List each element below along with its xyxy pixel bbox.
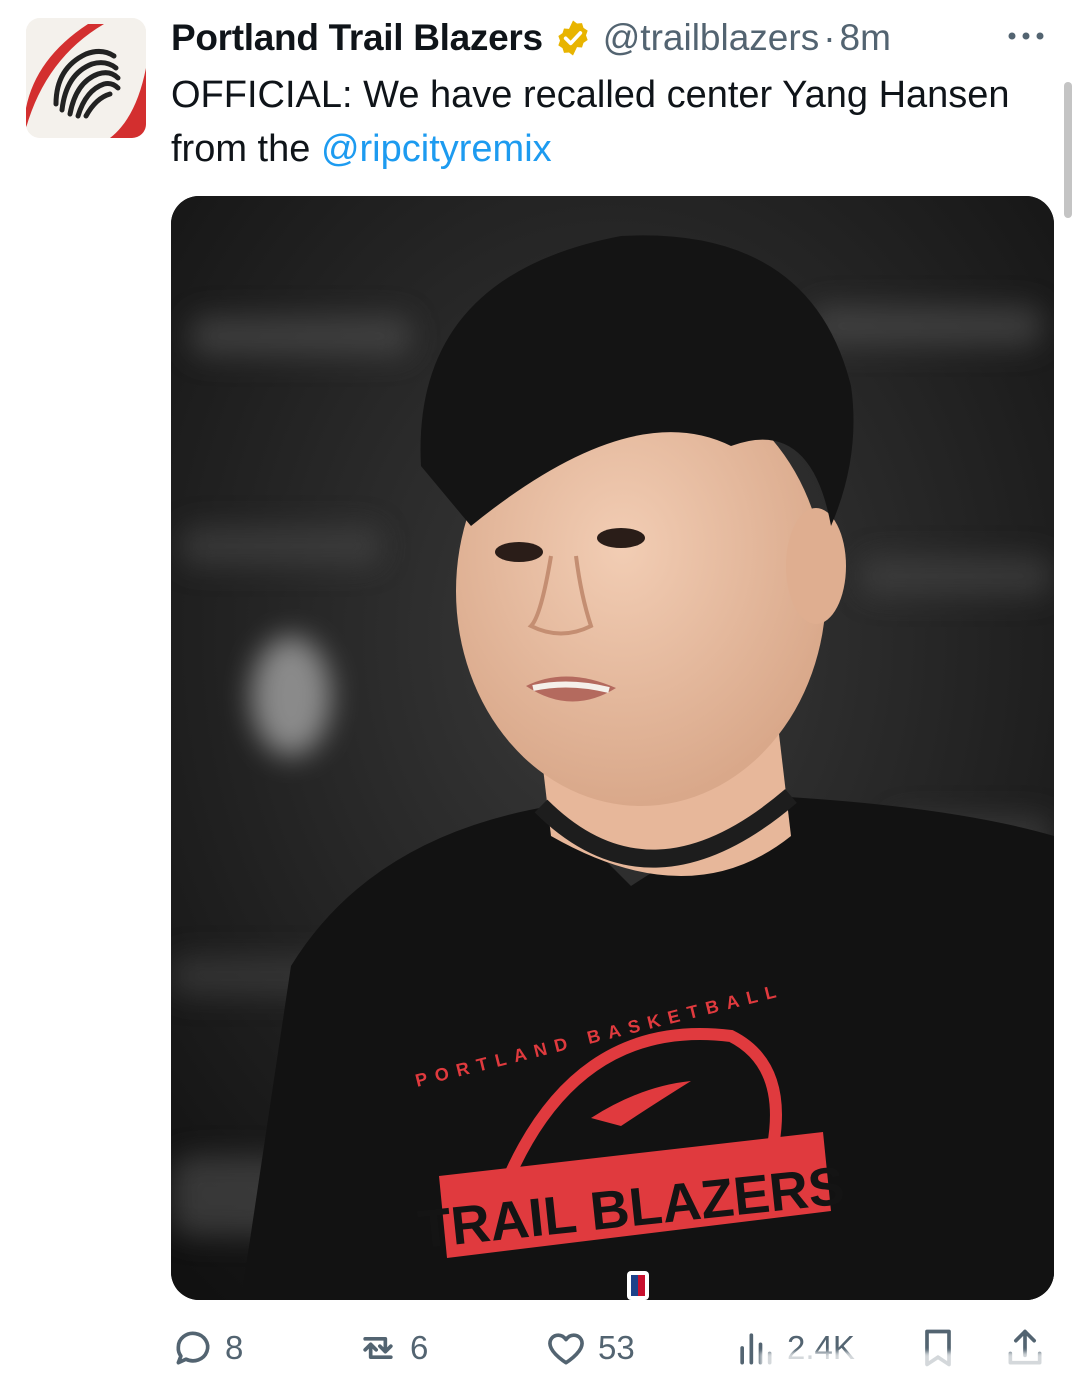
reply-icon — [176, 1331, 210, 1365]
reply-count: 8 — [225, 1329, 244, 1366]
verified-badge-icon — [558, 20, 588, 56]
profile-avatar[interactable] — [26, 18, 146, 138]
tweet-body: OFFICIAL: We have recalled center Yang H… — [171, 74, 1010, 170]
scrollbar[interactable] — [1064, 82, 1072, 218]
like-button[interactable]: 53 — [544, 1318, 635, 1378]
reply-button[interactable]: 8 — [171, 1318, 243, 1378]
tweet-photo[interactable]: TRAIL BLAZERS PORTLAND BASKETBALL — [171, 196, 1054, 1300]
trail-blazers-logo — [26, 18, 146, 138]
watermark-blur — [760, 1352, 1070, 1382]
separator-dot: · — [823, 17, 836, 58]
repost-icon — [363, 1337, 393, 1359]
timestamp[interactable]: 8m — [840, 17, 891, 59]
more-options-icon[interactable] — [1002, 16, 1050, 56]
account-name[interactable]: Portland Trail Blazers — [171, 17, 543, 59]
repost-count: 6 — [410, 1329, 429, 1366]
account-handle[interactable]: @trailblazers — [603, 17, 819, 59]
tweet-header: Portland Trail Blazers @trailblazers · 8… — [171, 14, 1050, 62]
mention-link[interactable]: @ripcityremix — [321, 128, 552, 170]
like-count: 53 — [598, 1329, 635, 1366]
player-photo: TRAIL BLAZERS PORTLAND BASKETBALL — [171, 196, 1054, 1300]
repost-button[interactable]: 6 — [356, 1318, 428, 1378]
like-icon — [548, 1333, 584, 1365]
tweet-text: OFFICIAL: We have recalled center Yang H… — [171, 68, 1031, 176]
